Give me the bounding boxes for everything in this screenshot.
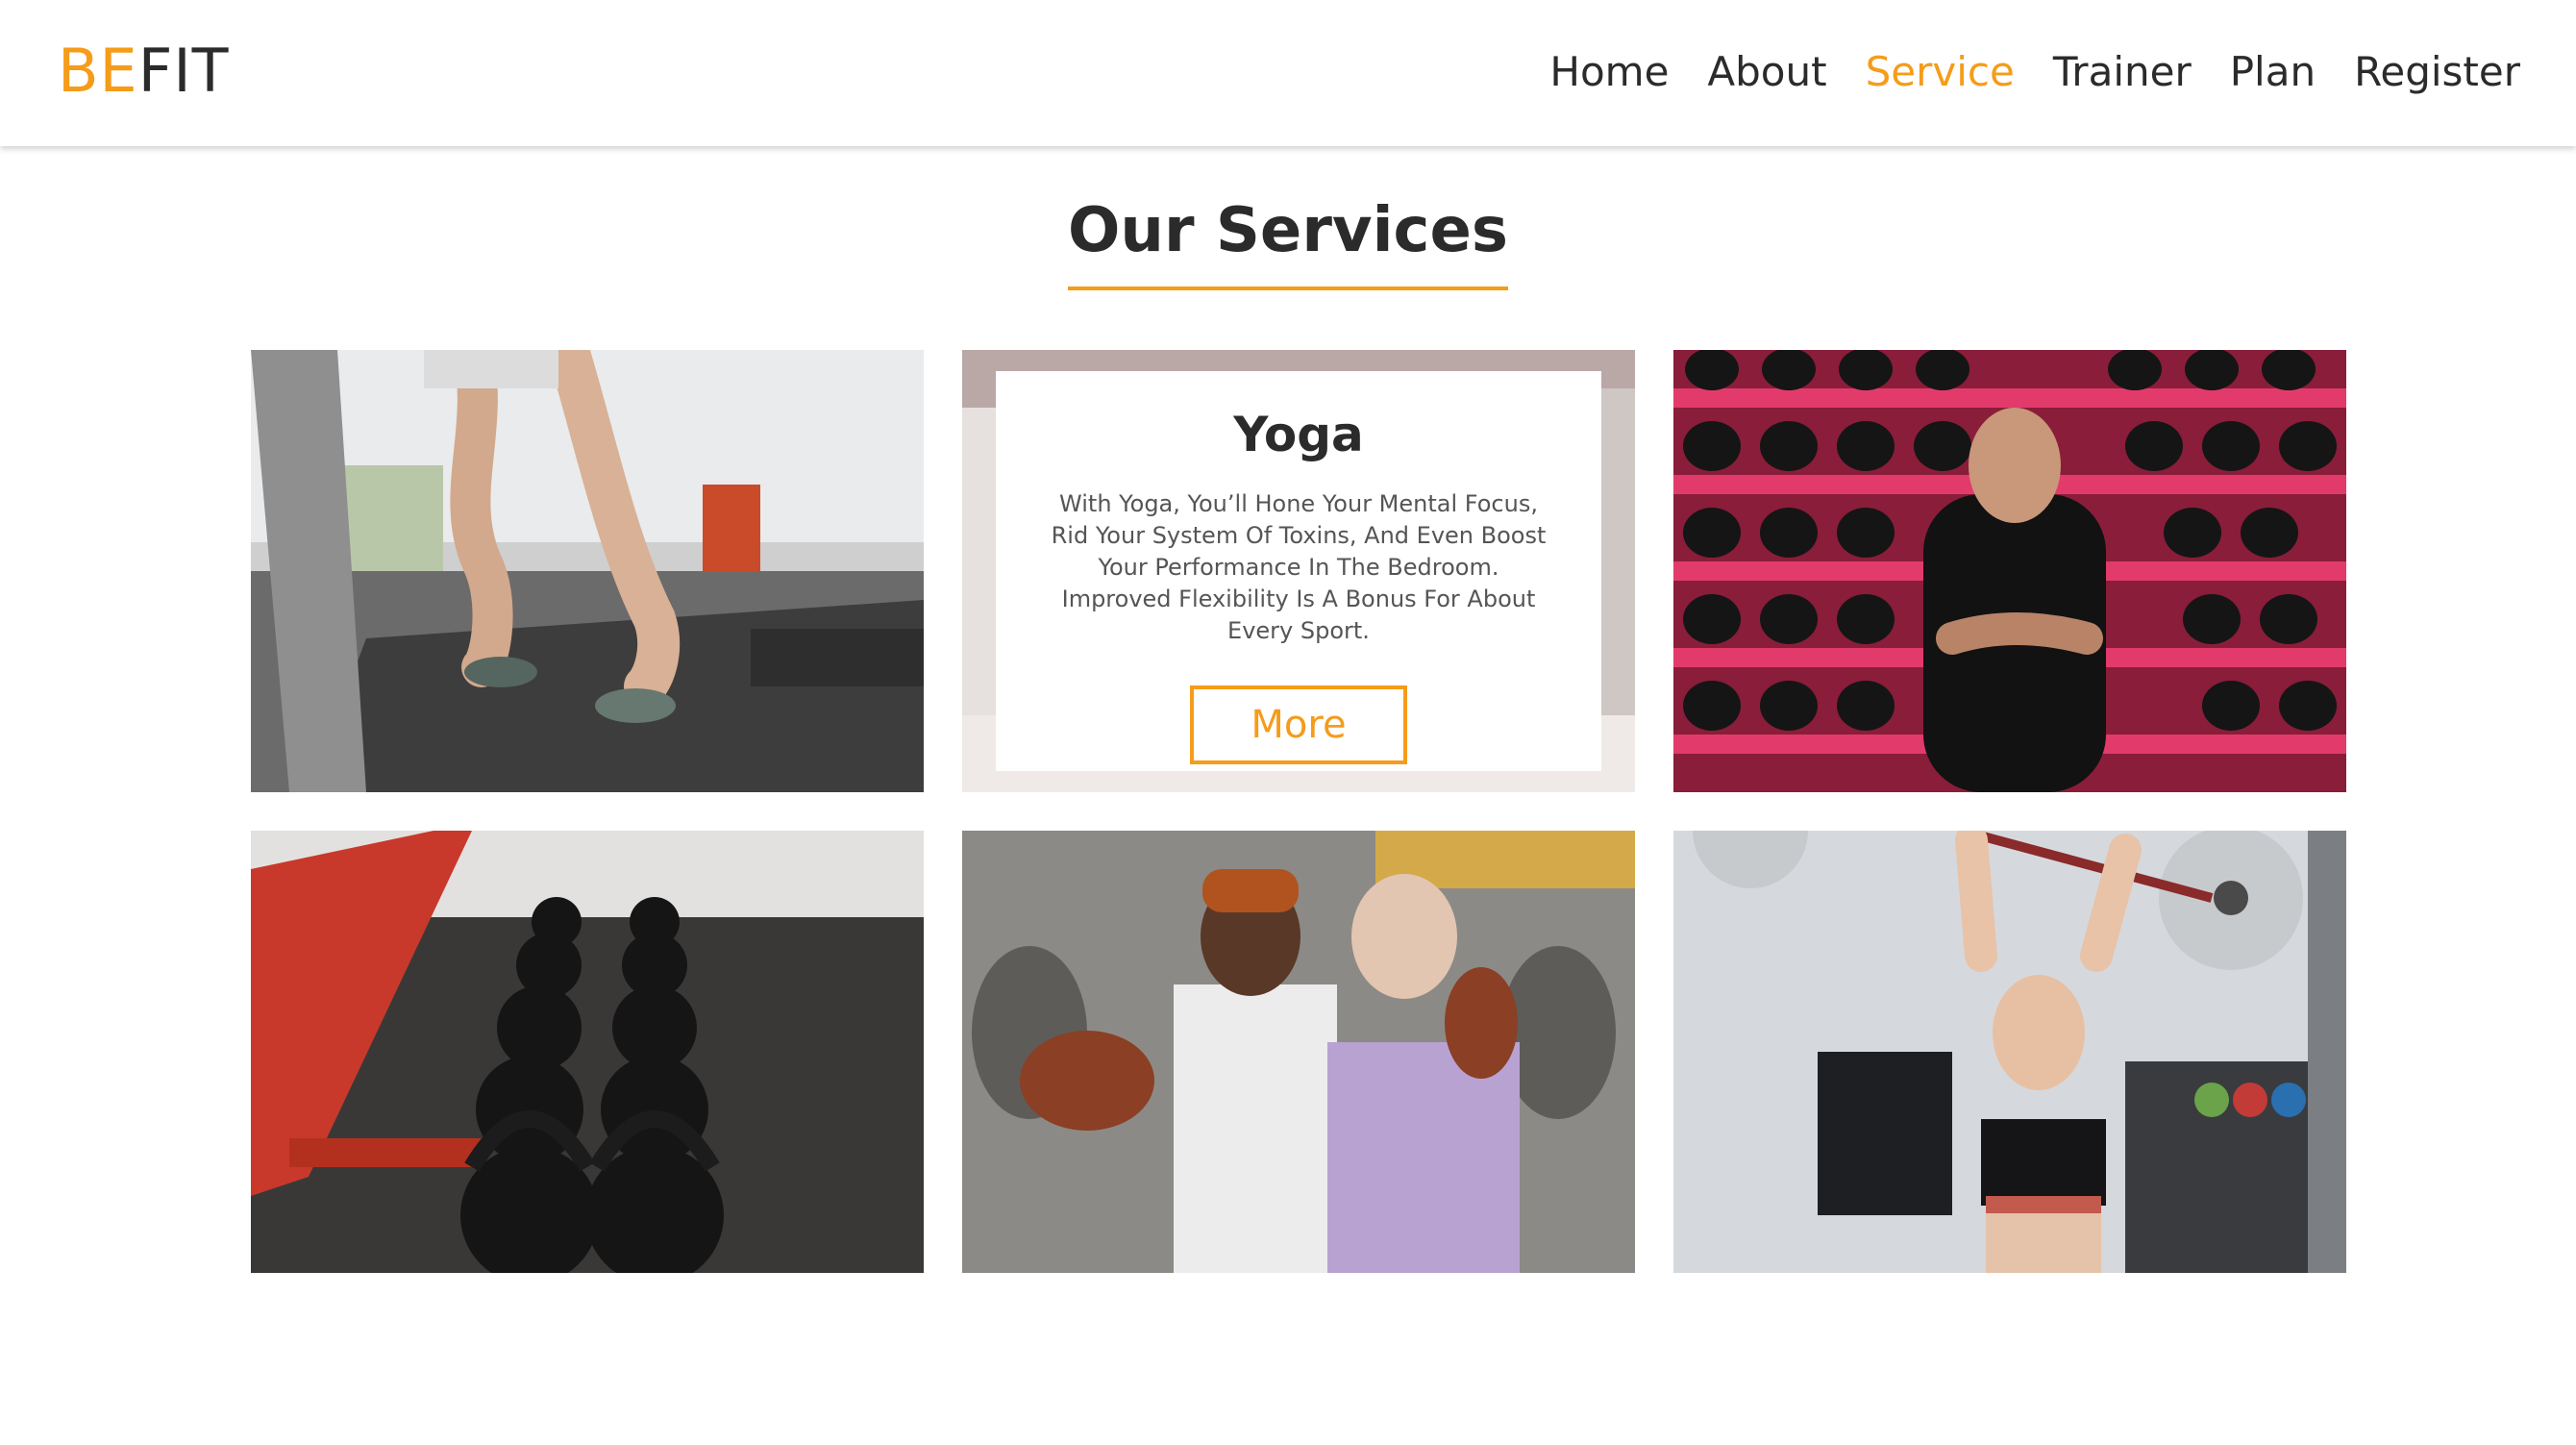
nav-plan[interactable]: Plan	[2230, 38, 2316, 106]
more-button[interactable]: More	[1190, 685, 1407, 764]
logo-accent: BE	[58, 36, 138, 106]
nav-home[interactable]: Home	[1549, 38, 1669, 106]
section-header: Our Services	[0, 188, 2576, 290]
boxing-coaching-photo	[962, 831, 1635, 1273]
kettlebells-photo	[251, 831, 924, 1273]
main-nav: Home About Service Trainer Plan Register	[1549, 38, 2520, 106]
service-card-kettlebells[interactable]	[251, 831, 924, 1273]
nav-service[interactable]: Service	[1866, 38, 2015, 106]
section-title: Our Services	[1068, 188, 1508, 290]
service-card-yoga[interactable]: Yoga With Yoga, You’ll Hone Your Mental …	[962, 350, 1635, 792]
service-card-boxing-trainer[interactable]	[1673, 350, 2346, 792]
service-card-boxing-coaching[interactable]	[962, 831, 1635, 1273]
service-card-treadmill[interactable]	[251, 350, 924, 792]
barbell-overhead-photo	[1673, 831, 2346, 1273]
boxing-gloves-trainer-photo	[1673, 350, 2346, 792]
nav-register[interactable]: Register	[2354, 38, 2520, 106]
card-description: With Yoga, You’ll Hone Your Mental Focus…	[1051, 490, 1547, 644]
service-card-barbell[interactable]	[1673, 831, 2346, 1273]
site-header: BEFIT Home About Service Trainer Plan Re…	[0, 0, 2576, 146]
nav-trainer[interactable]: Trainer	[2053, 38, 2192, 106]
logo-rest: FIT	[137, 36, 230, 106]
nav-about[interactable]: About	[1707, 38, 1826, 106]
brand-logo[interactable]: BEFIT	[58, 33, 230, 110]
card-heading: Yoga	[1233, 407, 1364, 462]
treadmill-photo	[251, 350, 924, 792]
yoga-overlay: Yoga With Yoga, You’ll Hone Your Mental …	[996, 371, 1601, 771]
